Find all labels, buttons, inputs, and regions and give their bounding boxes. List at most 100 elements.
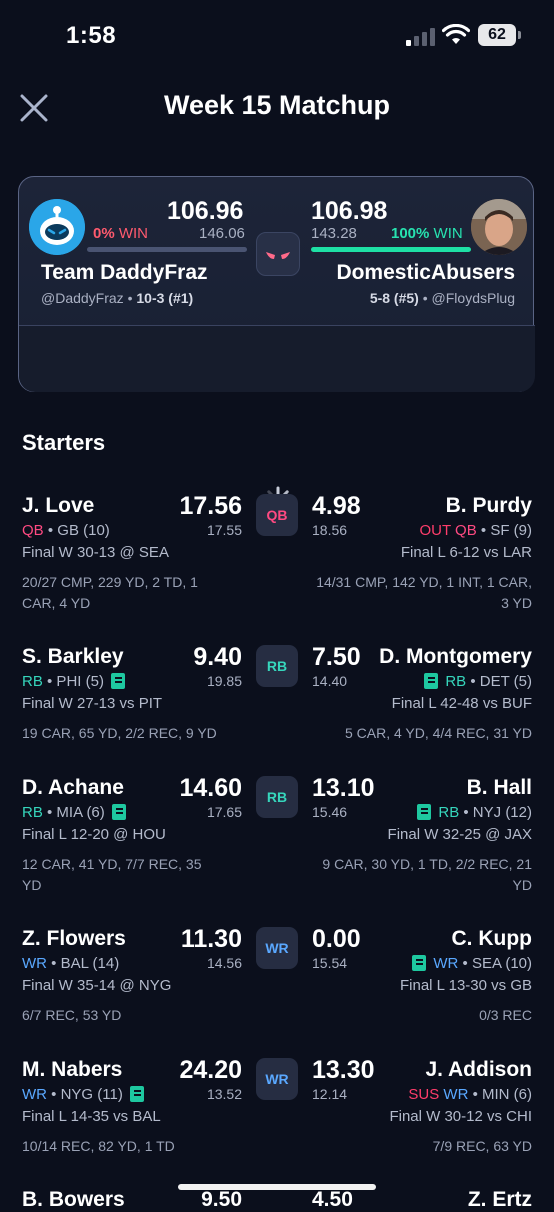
- player-stat-line: 7/9 REC, 63 YD: [432, 1138, 532, 1154]
- news-icon[interactable]: [111, 673, 126, 689]
- player-stat-line: 20/27 CMP, 229 YD, 2 TD, 1 CAR, 4 YD: [22, 574, 198, 611]
- player-name[interactable]: C. Kupp: [452, 927, 532, 951]
- matchup-row[interactable]: S. Barkley RB • PHI (5) Final W 27-13 vs …: [0, 643, 554, 785]
- player-position-line: WR • NYG (11): [22, 1086, 147, 1103]
- matchup-row[interactable]: J. Love QB • GB (10) Final W 30-13 @ SEA 20…: [0, 492, 554, 634]
- player-game-result: Final W 30-12 vs CHI: [389, 1108, 532, 1125]
- win-label: WIN: [433, 225, 463, 242]
- team-left-name[interactable]: Team DaddyFraz: [41, 261, 208, 285]
- player-stat-line: 0/3 REC: [479, 1007, 532, 1023]
- header: Week 15 Matchup: [0, 70, 554, 150]
- player-position: RB: [445, 673, 467, 690]
- battery-nub: [518, 31, 521, 39]
- peek-right-score: 4.50: [312, 1188, 353, 1211]
- win-pct: 0%: [93, 225, 115, 242]
- player-stat-line: 19 CAR, 65 YD, 2/2 REC, 9 YD: [22, 725, 217, 741]
- slot-chip: QB: [256, 494, 298, 536]
- starters-heading: Starters: [22, 430, 106, 455]
- player-game-result: Final W 27-13 vs PIT: [22, 695, 163, 712]
- player-projection: 17.55: [206, 522, 242, 538]
- team-left-avatar[interactable]: [29, 199, 85, 255]
- player-game-result: Final L 14-35 vs BAL: [22, 1108, 161, 1125]
- player-name[interactable]: M. Nabers: [22, 1058, 122, 1082]
- player-score: 24.20: [179, 1056, 242, 1084]
- team-left-score: 106.96: [167, 197, 244, 225]
- news-icon[interactable]: [130, 1086, 144, 1102]
- player-game-result: Final W 30-13 @ SEA: [22, 544, 169, 561]
- player-position-line: RB • DET (5): [421, 673, 532, 690]
- win-pct: 100%: [391, 225, 430, 242]
- news-icon[interactable]: [111, 804, 126, 820]
- player-projection: 18.56: [312, 522, 348, 538]
- player-score: 4.98: [312, 492, 361, 520]
- home-indicator[interactable]: [178, 1184, 376, 1190]
- player-position-line: RB • MIA (6): [22, 804, 129, 821]
- slot-chip: WR: [256, 1058, 298, 1100]
- matchup-row[interactable]: Z. Flowers WR • BAL (14) Final W 35-14 @ N…: [0, 925, 554, 1067]
- player-position: QB: [22, 522, 44, 539]
- player-projection: 14.56: [206, 955, 242, 971]
- player-score: 7.50: [312, 643, 361, 671]
- team-left-record: 10-3 (#1): [136, 290, 194, 306]
- news-icon[interactable]: [417, 804, 432, 820]
- player-team: • BAL (14): [51, 955, 120, 972]
- player-score: 13.30: [312, 1056, 375, 1084]
- player-name[interactable]: B. Purdy: [446, 494, 532, 518]
- player-position: WR: [22, 955, 47, 972]
- player-projection: 12.14: [312, 1086, 348, 1102]
- player-score: 13.10: [312, 774, 375, 802]
- player-position-line: SUS WR • MIN (6): [408, 1086, 532, 1103]
- player-team: • PHI (5): [47, 673, 104, 690]
- player-name[interactable]: J. Addison: [425, 1058, 532, 1082]
- player-game-result: Final L 6-12 vs LAR: [400, 544, 532, 561]
- player-projection: 15.46: [312, 804, 348, 820]
- team-right-win-prob: 100% WIN: [391, 225, 463, 242]
- player-stat-line: 6/7 REC, 53 YD: [22, 1007, 122, 1023]
- cellular-signal-icon: [406, 28, 436, 46]
- player-position: WR: [433, 955, 459, 972]
- player-game-result: Final L 42-48 vs BUF: [391, 695, 532, 712]
- matchup-row[interactable]: D. Achane RB • MIA (6) Final L 12-20 @ HO…: [0, 774, 554, 916]
- player-position: QB: [455, 522, 477, 539]
- player-projection: 13.52: [206, 1086, 242, 1102]
- status-time: 1:58: [66, 22, 117, 49]
- team-right-name[interactable]: DomesticAbusers: [336, 261, 515, 285]
- team-right-avatar[interactable]: [471, 199, 527, 255]
- player-position-line: WR • BAL (14): [22, 955, 119, 972]
- news-icon[interactable]: [412, 955, 427, 971]
- player-position-line: RB • NYJ (12): [414, 804, 532, 821]
- player-position: RB: [438, 804, 460, 821]
- team-left-meta: @DaddyFraz • 10-3 (#1): [41, 290, 194, 306]
- card-expand-area[interactable]: [19, 326, 535, 516]
- player-name[interactable]: J. Love: [22, 494, 94, 518]
- matchup-card[interactable]: 106.96 106.98 0% WIN 146.06 143.28 100% …: [18, 176, 535, 516]
- matchup-row[interactable]: M. Nabers WR • NYG (11) Final L 14-35 vs …: [0, 1056, 554, 1198]
- peek-left-name: B. Bowers: [22, 1188, 125, 1211]
- player-score: 0.00: [312, 925, 361, 953]
- player-team: • SEA (10): [462, 955, 532, 972]
- player-game-result: Final L 13-30 vs GB: [399, 977, 532, 994]
- news-icon[interactable]: [424, 673, 439, 689]
- player-name[interactable]: D. Achane: [22, 776, 124, 800]
- player-name[interactable]: B. Hall: [467, 776, 532, 800]
- player-position-line: WR • SEA (10): [409, 955, 532, 972]
- player-position: WR: [443, 1086, 469, 1103]
- player-team: • NYG (11): [51, 1086, 123, 1103]
- player-name[interactable]: D. Montgomery: [379, 645, 532, 669]
- player-score: 17.56: [179, 492, 242, 520]
- team-right-record: 5-8 (#5): [369, 290, 419, 306]
- team-left-projected: 146.06: [199, 225, 245, 242]
- player-stat-line: 10/14 REC, 82 YD, 1 TD: [22, 1138, 175, 1154]
- team-left-win-prob: 0% WIN: [93, 225, 148, 242]
- win-label: WIN: [118, 225, 149, 242]
- player-position-line: OUT QB • SF (9): [419, 522, 532, 539]
- player-projection: 17.65: [206, 804, 242, 820]
- player-team: • GB (10): [47, 522, 110, 539]
- player-name[interactable]: Z. Flowers: [22, 927, 126, 951]
- player-name[interactable]: S. Barkley: [22, 645, 124, 669]
- player-stat-line: 12 CAR, 41 YD, 7/7 REC, 35 YD: [22, 856, 202, 893]
- player-position-line: QB • GB (10): [22, 522, 110, 539]
- player-score: 14.60: [179, 774, 242, 802]
- robot-avatar-icon: [29, 199, 85, 255]
- team-left-win-bar: [87, 247, 247, 252]
